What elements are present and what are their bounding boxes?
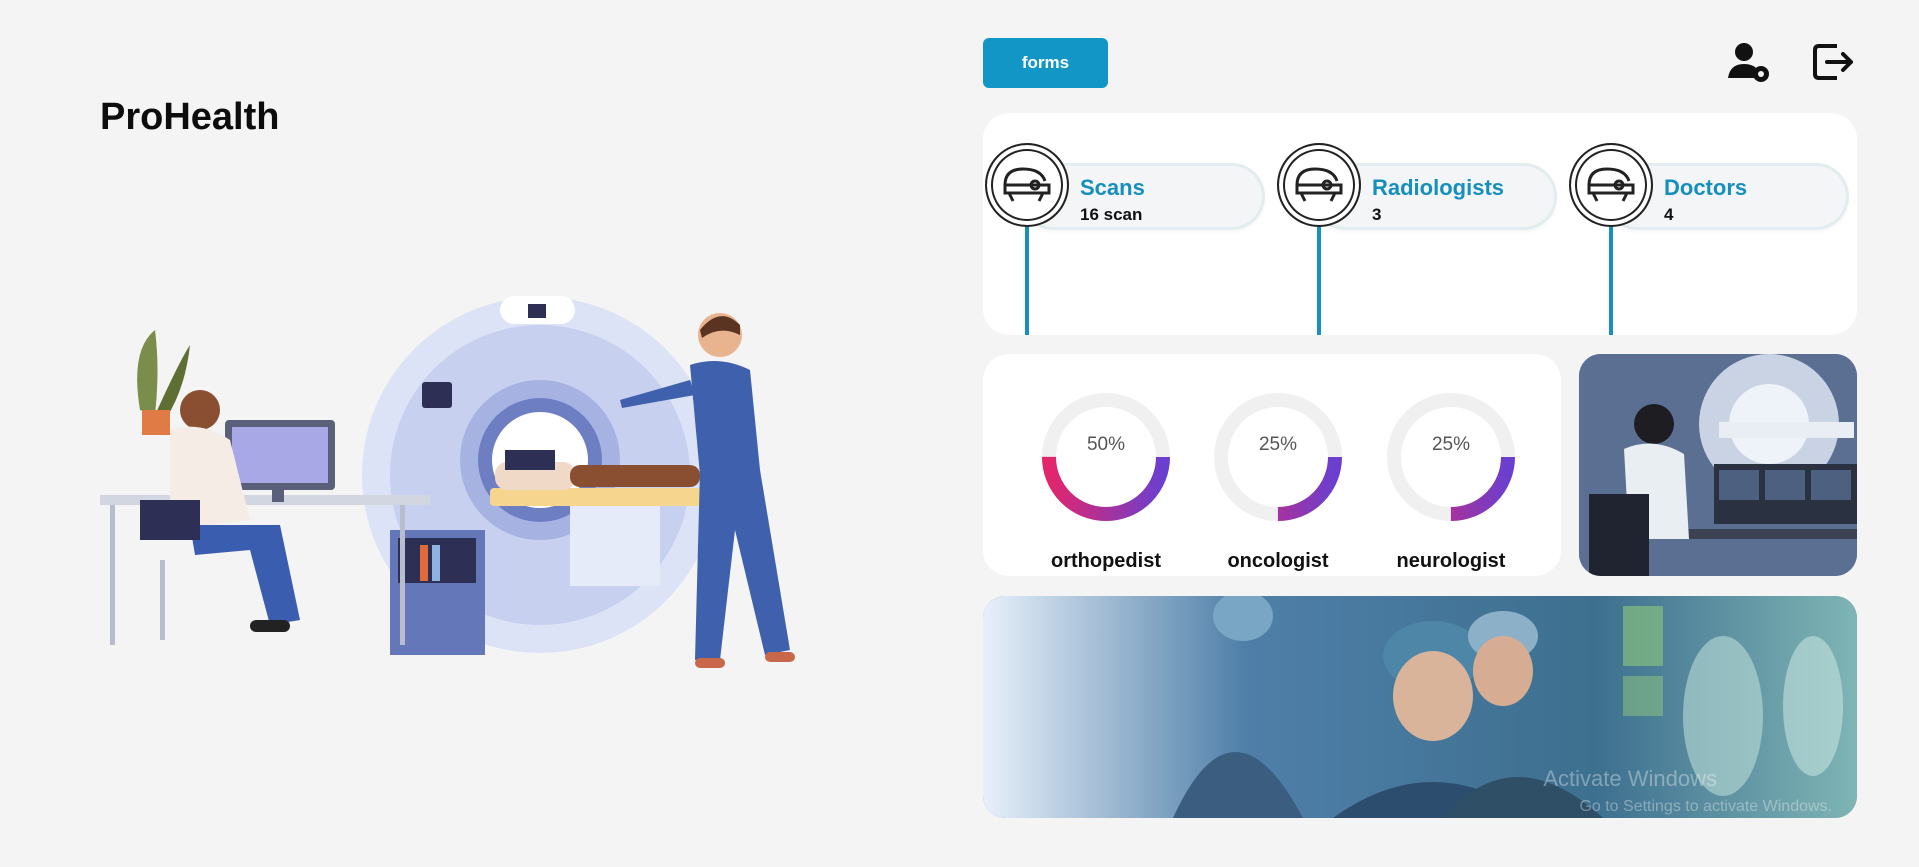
logout-icon[interactable] <box>1809 38 1857 86</box>
stats-panel: Scans 16 scan Radiologists 3 Doctors 4 <box>983 113 1857 335</box>
surgeons-photo: Activate Windows Go to Settings to activ… <box>983 596 1857 818</box>
donut-label: neurologist <box>1396 550 1506 572</box>
stat-title: Radiologists <box>1372 175 1505 200</box>
donut-orthopedist: 50% orthopedist <box>1031 382 1181 572</box>
stat-card-doctors[interactable]: Doctors 4 <box>1569 143 1849 335</box>
stat-card-scans[interactable]: Scans 16 scan <box>985 143 1265 335</box>
stat-stem <box>1317 227 1321 335</box>
mri-illustration <box>100 296 795 668</box>
stat-title: Doctors <box>1664 175 1748 200</box>
specialty-distribution-panel: 50% orthopedist 25% oncologist 25% neuro… <box>983 354 1561 576</box>
stat-stem <box>1025 227 1029 335</box>
user-settings-icon[interactable] <box>1724 38 1772 86</box>
donut-percent: 25% <box>1431 434 1471 455</box>
watermark-subtitle: Go to Settings to activate Windows. <box>1579 798 1832 815</box>
donut-ring <box>1214 393 1342 521</box>
mri-scanner-icon <box>1277 143 1361 227</box>
donut-neurologist: 25% neurologist <box>1376 382 1526 572</box>
donut-label: orthopedist <box>1051 550 1161 572</box>
stat-value: 16 scan <box>1080 205 1143 224</box>
app-title: ProHealth <box>100 96 280 138</box>
stat-value: 4 <box>1664 205 1674 224</box>
forms-button[interactable]: forms <box>983 38 1108 88</box>
mri-scan-photo <box>1579 354 1857 576</box>
stat-stem <box>1609 227 1613 335</box>
watermark-title: Activate Windows <box>1543 766 1717 791</box>
stat-value: 3 <box>1372 205 1382 224</box>
donut-ring <box>1042 393 1170 521</box>
donut-percent: 50% <box>1086 434 1126 455</box>
donut-ring <box>1387 393 1515 521</box>
mri-scanner-icon <box>985 143 1069 227</box>
mri-scanner-icon <box>1569 143 1653 227</box>
donut-oncologist: 25% oncologist <box>1203 382 1353 572</box>
donut-label: oncologist <box>1227 550 1329 572</box>
stat-card-radiologists[interactable]: Radiologists 3 <box>1277 143 1557 335</box>
stat-title: Scans <box>1080 175 1145 200</box>
donut-percent: 25% <box>1258 434 1298 455</box>
